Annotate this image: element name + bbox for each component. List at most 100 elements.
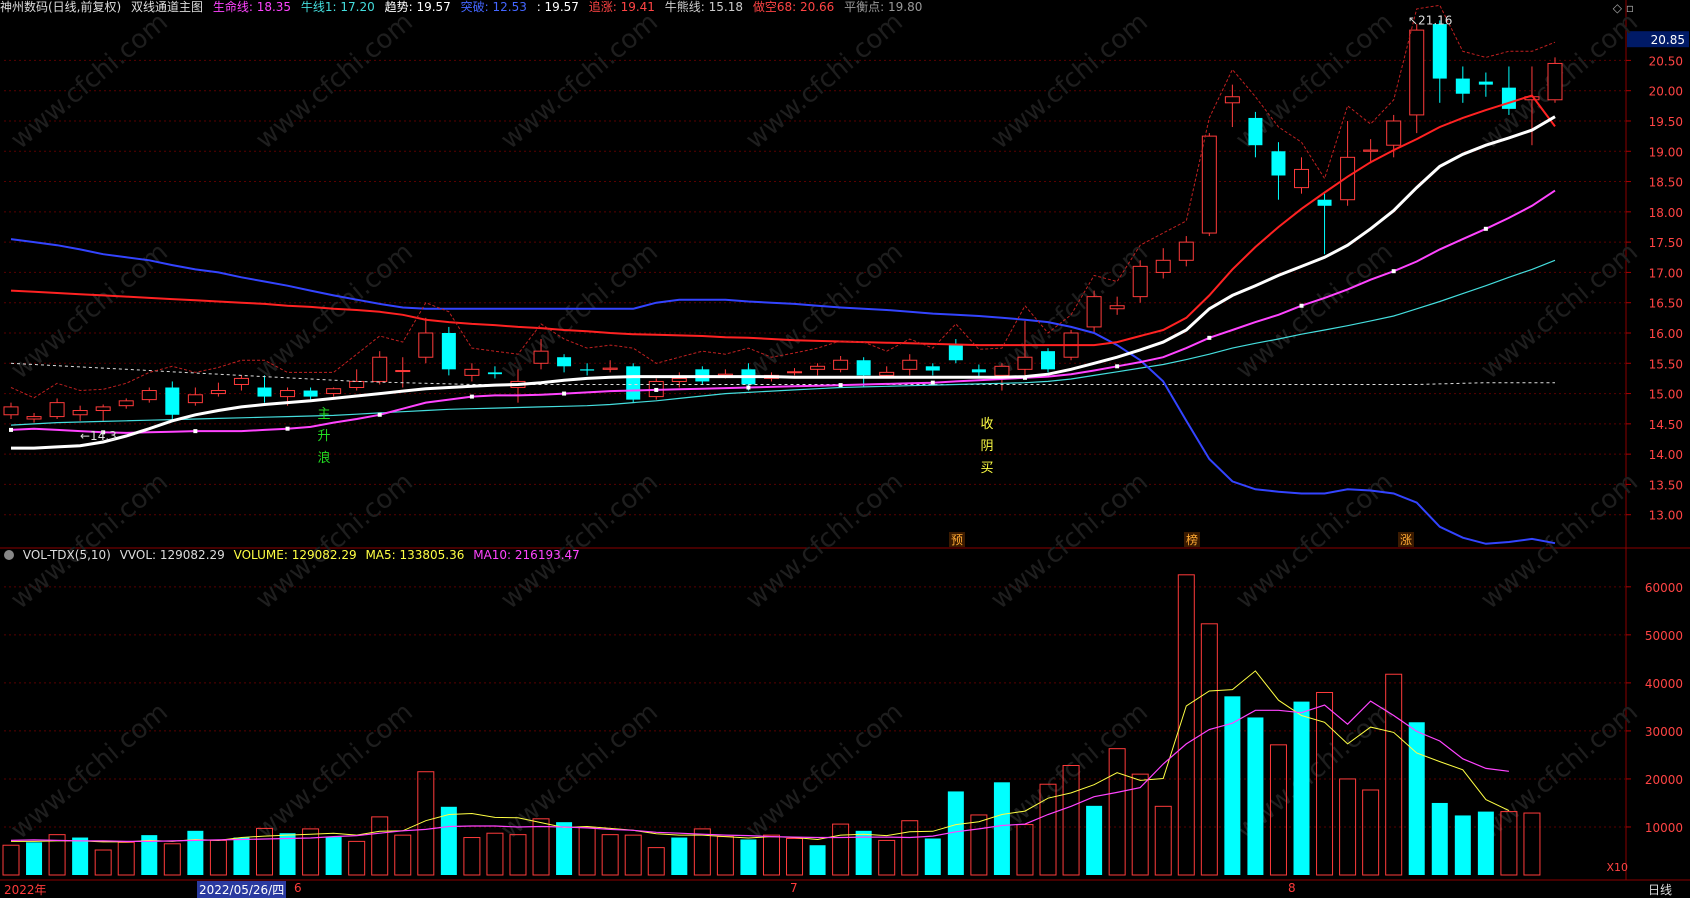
candle-body <box>580 369 595 371</box>
candle-body <box>1501 87 1516 109</box>
life-line-marker <box>469 394 474 399</box>
volume-bar <box>601 834 619 876</box>
candle-body <box>280 390 296 398</box>
signal-text-1: 浪 <box>317 451 330 466</box>
watermark-text: www.cfchi.com <box>740 697 909 845</box>
volume-bar <box>1339 778 1357 876</box>
life-line-marker <box>838 383 843 388</box>
volume-bar <box>325 837 342 875</box>
candle-body <box>1109 305 1125 310</box>
volume-value: VOLUME: 129082.29 <box>233 548 357 562</box>
life-line-marker <box>1483 226 1488 231</box>
min-price-label: ←14.3 <box>80 429 117 443</box>
vol-title[interactable]: VOL-TDX(5,10) <box>23 548 111 562</box>
signal-text-2: 收 <box>980 417 993 432</box>
candle-body <box>1547 62 1563 101</box>
life-line-marker <box>930 380 935 385</box>
candle-body <box>1409 29 1425 116</box>
watermark-text: www.cfchi.com <box>250 467 419 615</box>
price-tick-label: 19.00 <box>1649 145 1683 159</box>
volume-bar <box>901 820 919 876</box>
volume-tick-label: 50000 <box>1645 629 1683 643</box>
candle-body <box>26 416 42 420</box>
volume-bar <box>740 839 757 875</box>
period-label[interactable]: 日线 <box>1648 881 1672 898</box>
life-line-marker <box>562 391 567 396</box>
life-line-marker <box>1115 364 1120 369</box>
watermark-text: www.cfchi.com <box>5 7 174 155</box>
life-line-marker <box>1299 303 1304 308</box>
candle-body <box>1132 265 1148 298</box>
volume-bar <box>716 836 734 876</box>
volume-tick-label: 10000 <box>1645 821 1683 835</box>
volume-bar <box>1293 701 1310 875</box>
settings-icon[interactable] <box>4 550 14 560</box>
candle-body <box>533 350 549 364</box>
life-line-marker <box>9 427 13 432</box>
year-label: 2022年 <box>4 883 47 897</box>
candle-body <box>925 366 940 371</box>
candle-body <box>49 402 65 418</box>
candle-body <box>879 371 895 376</box>
price-tick-label: 17.50 <box>1649 236 1683 250</box>
price-tick-label: 14.50 <box>1649 418 1683 432</box>
life-line-marker <box>746 385 751 390</box>
candle-body <box>165 387 180 415</box>
volume-bar <box>1086 805 1103 875</box>
volume-tick-label: 60000 <box>1645 581 1683 595</box>
candle-body <box>1455 78 1470 94</box>
candle-body <box>1017 356 1033 370</box>
volume-bar <box>94 849 112 876</box>
selected-date[interactable]: 2022/05/26/四 <box>197 881 287 898</box>
candle-body <box>1248 117 1263 146</box>
candle-body <box>1340 156 1356 201</box>
candle-body <box>326 388 342 395</box>
volume-bar <box>878 839 896 876</box>
candle-body <box>418 332 434 358</box>
life-line-marker <box>193 429 198 434</box>
volume-bar <box>1108 748 1126 876</box>
candle-body <box>856 360 871 376</box>
volume-bar <box>440 806 457 875</box>
volume-bar <box>1523 812 1541 876</box>
volume-bar <box>1200 623 1218 876</box>
volume-bar <box>671 837 688 875</box>
volume-bar <box>187 830 204 875</box>
candle-body <box>1086 296 1102 328</box>
candle-body <box>187 394 203 404</box>
volume-tick-label: 40000 <box>1645 677 1683 691</box>
candle-body <box>349 380 365 389</box>
candle-body <box>118 400 134 407</box>
watermark-text: www.cfchi.com <box>985 7 1154 155</box>
candle-body <box>1317 199 1332 206</box>
volume-bar <box>2 844 20 876</box>
candle-body <box>72 410 88 416</box>
volume-bar <box>993 782 1010 875</box>
candle-body <box>1224 96 1240 104</box>
candle-body <box>1294 168 1310 189</box>
volume-bar <box>394 834 412 876</box>
candle-body <box>141 390 157 401</box>
candle-body <box>1201 135 1217 234</box>
volume-bar <box>463 837 481 876</box>
chart-canvas[interactable]: 13.00 13.50 14.00 14.50 15.00 15.50 16.00 16.50… <box>0 0 1690 897</box>
volume-bar <box>832 823 850 876</box>
volume-bar <box>348 840 366 876</box>
volume-bar <box>209 839 227 876</box>
watermark-text: www.cfchi.com <box>740 7 909 155</box>
candle-body <box>233 377 249 385</box>
signal-tag: 预 <box>951 533 963 547</box>
ma10-value: MA10: 216193.47 <box>473 548 580 562</box>
watermark-text: www.cfchi.com <box>495 697 664 845</box>
candle-body <box>994 365 1010 376</box>
volume-bar <box>1477 811 1494 875</box>
candle-body <box>441 332 456 370</box>
watermark-text: www.cfchi.com <box>495 467 664 615</box>
price-tick-label: 13.50 <box>1649 478 1683 492</box>
volume-header: VOL-TDX(5,10) VVOL: 129082.29 VOLUME: 12… <box>4 548 585 562</box>
month-6-label: 6 <box>294 881 302 895</box>
signal-text-1: 升 <box>317 429 330 444</box>
candle-body <box>1386 120 1402 146</box>
max-price-label: ↖21.16 <box>1408 13 1452 27</box>
volume-bar <box>762 834 780 876</box>
